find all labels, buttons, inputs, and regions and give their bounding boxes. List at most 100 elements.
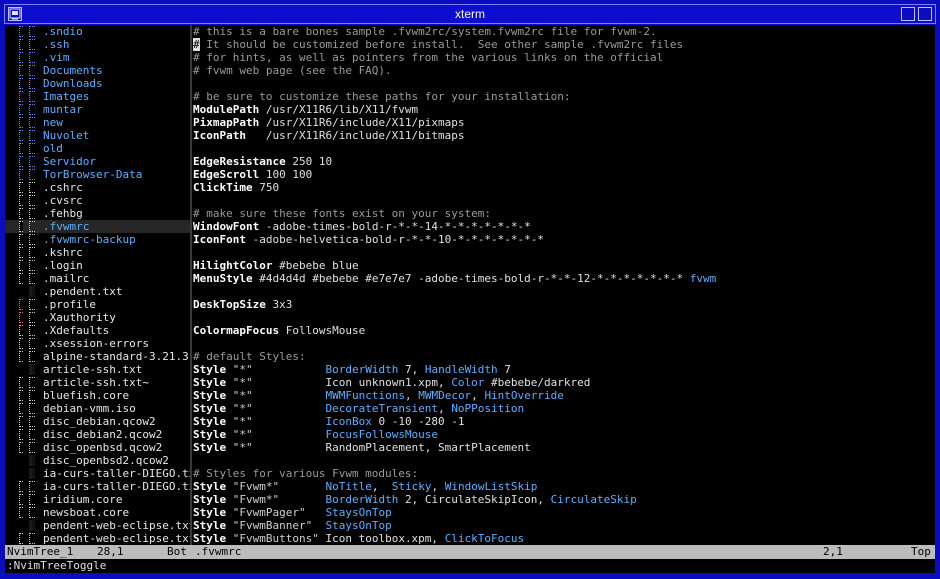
- code-line[interactable]: # default Styles:: [193, 350, 935, 363]
- code-line[interactable]: [193, 285, 935, 298]
- code-line[interactable]: # Styles for various Fvwm modules:: [193, 467, 935, 480]
- tree-item[interactable]: disc_openbsd2.qcow2: [5, 454, 190, 467]
- code-line[interactable]: ColormapFocus FollowsMouse: [193, 324, 935, 337]
- tree-item[interactable]: muntar: [5, 103, 190, 116]
- tree-item[interactable]: pendent-web-eclipse.txt~: [5, 532, 190, 545]
- tree-item-label: old: [43, 142, 63, 155]
- tree-item[interactable]: Nuvolet: [5, 129, 190, 142]
- code-line[interactable]: Style "FvwmBanner" StaysOnTop: [193, 519, 935, 532]
- code-token: "*": [226, 363, 326, 376]
- maximize-icon[interactable]: [918, 7, 932, 21]
- tree-item[interactable]: .kshrc: [5, 246, 190, 259]
- tree-item[interactable]: .ssh: [5, 38, 190, 51]
- code-line[interactable]: # for hints, as well as pointers from th…: [193, 51, 935, 64]
- tree-item[interactable]: ia-curs-taller-DIEGO.txt: [5, 467, 190, 480]
- code-token: # for hints, as well as pointers from th…: [193, 51, 664, 64]
- tree-item[interactable]: .cvsrc: [5, 194, 190, 207]
- code-line[interactable]: Style "*" DecorateTransient, NoPPosition: [193, 402, 935, 415]
- tree-item[interactable]: .Xdefaults: [5, 324, 190, 337]
- tree-item[interactable]: iridium.core: [5, 493, 190, 506]
- code-line[interactable]: MenuStyle #4d4d4d #bebebe #e7e7e7 -adobe…: [193, 272, 935, 285]
- code-line[interactable]: EdgeResistance 250 10: [193, 155, 935, 168]
- tree-item[interactable]: disc_debian2.qcow2: [5, 428, 190, 441]
- editor-buffer[interactable]: # this is a bare bones sample .fvwm2rc/s…: [193, 25, 935, 545]
- tree-item[interactable]: new: [5, 116, 190, 129]
- command-line[interactable]: :NvimTreeToggle: [5, 559, 935, 573]
- code-line[interactable]: Style "Fvwm*" BorderWidth 2, CirculateSk…: [193, 493, 935, 506]
- tree-item[interactable]: .fehbg: [5, 207, 190, 220]
- title-bar[interactable]: xterm: [4, 4, 936, 24]
- code-line[interactable]: PixmapPath /usr/X11R6/include/X11/pixmap…: [193, 116, 935, 129]
- tree-item[interactable]: Documents: [5, 64, 190, 77]
- code-line[interactable]: # fvwm web page (see the FAQ).: [193, 64, 935, 77]
- code-line[interactable]: Style "*" BorderWidth 7, HandleWidth 7: [193, 363, 935, 376]
- tree-item[interactable]: .login: [5, 259, 190, 272]
- tree-item[interactable]: Downloads: [5, 77, 190, 90]
- code-line[interactable]: Style "*" FocusFollowsMouse: [193, 428, 935, 441]
- code-line[interactable]: # make sure these fonts exist on your sy…: [193, 207, 935, 220]
- file-icon: [29, 507, 35, 518]
- code-line[interactable]: WindowFont -adobe-times-bold-r-*-*-14-*-…: [193, 220, 935, 233]
- file-icon: [29, 273, 35, 284]
- code-token: PixmapPath: [193, 116, 260, 129]
- tree-item[interactable]: Servidor: [5, 155, 190, 168]
- code-line[interactable]: ClickTime 750: [193, 181, 935, 194]
- git-status-icon: [19, 390, 23, 401]
- split-separator[interactable]: [190, 25, 192, 545]
- tree-item[interactable]: disc_debian.qcow2: [5, 415, 190, 428]
- tree-item[interactable]: pendent-web-eclipse.txt: [5, 519, 190, 532]
- code-line[interactable]: [193, 77, 935, 90]
- code-line[interactable]: [193, 246, 935, 259]
- tree-item[interactable]: article-ssh.txt~: [5, 376, 190, 389]
- tree-item[interactable]: article-ssh.txt: [5, 363, 190, 376]
- code-line[interactable]: Style "*" MWMFunctions, MWMDecor, HintOv…: [193, 389, 935, 402]
- tree-item[interactable]: .vim: [5, 51, 190, 64]
- tree-buffer-name: NvimTree_1: [7, 545, 74, 558]
- tree-item[interactable]: old: [5, 142, 190, 155]
- minimize-icon[interactable]: [901, 7, 915, 21]
- tree-item[interactable]: disc_openbsd.qcow2: [5, 441, 190, 454]
- tree-item[interactable]: newsboat.core: [5, 506, 190, 519]
- nvim-tree-panel[interactable]: .sndio .ssh .vim Documents Downloads Imatges m…: [5, 25, 190, 545]
- tree-item[interactable]: .Xauthority: [5, 311, 190, 324]
- tree-item[interactable]: .mailrc: [5, 272, 190, 285]
- file-icon: [29, 247, 35, 258]
- code-line[interactable]: IconFont -adobe-helvetica-bold-r-*-*-10-…: [193, 233, 935, 246]
- code-line[interactable]: [193, 194, 935, 207]
- code-line[interactable]: # be sure to customize these paths for y…: [193, 90, 935, 103]
- code-line[interactable]: DeskTopSize 3x3: [193, 298, 935, 311]
- code-line[interactable]: Style "Fvwm*" NoTitle, Sticky, WindowLis…: [193, 480, 935, 493]
- tree-item[interactable]: .xsession-errors: [5, 337, 190, 350]
- tree-item[interactable]: alpine-standard-3.21.3-x: [5, 350, 190, 363]
- folder-icon: [29, 26, 35, 37]
- tree-item[interactable]: .fvwmrc: [5, 220, 190, 233]
- git-status-icon: [19, 91, 23, 102]
- code-token: ,: [438, 402, 452, 415]
- tree-item[interactable]: .profile: [5, 298, 190, 311]
- tree-item[interactable]: .fvwmrc-backup: [5, 233, 190, 246]
- code-line[interactable]: [193, 454, 935, 467]
- code-line[interactable]: Style "*" RandomPlacement, SmartPlacemen…: [193, 441, 935, 454]
- code-line[interactable]: # It should be customized before install…: [193, 38, 935, 51]
- code-line[interactable]: EdgeScroll 100 100: [193, 168, 935, 181]
- code-line[interactable]: IconPath /usr/X11R6/include/X11/bitmaps: [193, 129, 935, 142]
- tree-item[interactable]: .cshrc: [5, 181, 190, 194]
- code-line[interactable]: Style "*" Icon unknown1.xpm, Color #bebe…: [193, 376, 935, 389]
- tree-item[interactable]: .sndio: [5, 25, 190, 38]
- code-line[interactable]: ModulePath /usr/X11R6/lib/X11/fvwm: [193, 103, 935, 116]
- tree-item[interactable]: debian-vmm.iso: [5, 402, 190, 415]
- code-line[interactable]: [193, 337, 935, 350]
- terminal-area[interactable]: .sndio .ssh .vim Documents Downloads Imatges m…: [5, 25, 935, 573]
- code-line[interactable]: HilightColor #bebebe blue: [193, 259, 935, 272]
- code-line[interactable]: [193, 142, 935, 155]
- tree-item[interactable]: Imatges: [5, 90, 190, 103]
- code-line[interactable]: [193, 311, 935, 324]
- code-line[interactable]: Style "FvwmPager" StaysOnTop: [193, 506, 935, 519]
- tree-item[interactable]: .pendent.txt: [5, 285, 190, 298]
- tree-item[interactable]: bluefish.core: [5, 389, 190, 402]
- tree-item[interactable]: TorBrowser-Data: [5, 168, 190, 181]
- tree-item[interactable]: ia-curs-taller-DIEGO.txt: [5, 480, 190, 493]
- code-line[interactable]: # this is a bare bones sample .fvwm2rc/s…: [193, 25, 935, 38]
- code-line[interactable]: Style "*" IconBox 0 -10 -280 -1: [193, 415, 935, 428]
- code-line[interactable]: Style "FvwmButtons" Icon toolbox.xpm, Cl…: [193, 532, 935, 545]
